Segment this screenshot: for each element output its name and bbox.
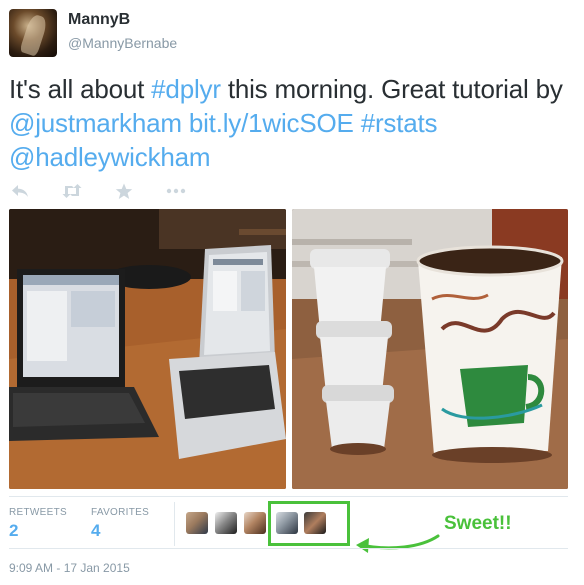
stats-top-divider bbox=[9, 496, 568, 497]
user-avatar[interactable] bbox=[9, 9, 57, 57]
more-icon bbox=[166, 188, 186, 194]
coffee-photo-illustration bbox=[292, 209, 568, 489]
favorites-label[interactable]: FAVORITES bbox=[91, 507, 149, 518]
favorite-button[interactable] bbox=[113, 180, 135, 202]
stats-separator bbox=[174, 502, 175, 546]
retweets-count[interactable]: 2 bbox=[9, 521, 18, 541]
tweet-text-segment bbox=[182, 108, 189, 138]
shortlink[interactable]: bit.ly/1wicSOE bbox=[189, 108, 354, 138]
photo-laptops[interactable] bbox=[9, 209, 286, 489]
hashtag-dplyr-link[interactable]: #dplyr bbox=[151, 74, 221, 104]
annotation-highlight-box bbox=[268, 501, 350, 546]
tweet-text-segment bbox=[354, 108, 361, 138]
reply-button[interactable] bbox=[9, 180, 31, 202]
mention-hadleywickham-link[interactable]: @hadleywickham bbox=[9, 142, 211, 172]
display-name[interactable]: MannyB bbox=[68, 11, 130, 29]
tweet-text-segment: this morning. Great tutorial by bbox=[220, 74, 563, 104]
tweet-text-segment: It's all about bbox=[9, 74, 152, 104]
reply-icon bbox=[12, 185, 28, 197]
stats-bottom-divider bbox=[9, 548, 568, 549]
favorites-count[interactable]: 4 bbox=[91, 521, 100, 541]
photo-coffee[interactable] bbox=[292, 209, 568, 489]
favoriter-avatar[interactable] bbox=[215, 512, 237, 534]
retweet-button[interactable] bbox=[61, 180, 83, 202]
star-icon bbox=[115, 183, 133, 199]
annotation-label: Sweet!! bbox=[444, 513, 512, 534]
mention-justmarkham-link[interactable]: @justmarkham bbox=[9, 108, 182, 138]
tweet-text: It's all about #dplyr this morning. Grea… bbox=[9, 72, 569, 174]
retweets-label[interactable]: RETWEETS bbox=[9, 507, 67, 518]
retweet-icon bbox=[62, 184, 82, 198]
favoriter-avatar[interactable] bbox=[244, 512, 266, 534]
laptops-photo-illustration bbox=[9, 209, 286, 489]
user-handle[interactable]: @MannyBernabe bbox=[68, 35, 177, 51]
hashtag-rstats-link[interactable]: #rstats bbox=[361, 108, 438, 138]
favoriter-avatar[interactable] bbox=[186, 512, 208, 534]
more-button[interactable] bbox=[165, 180, 187, 202]
tweet-timestamp[interactable]: 9:09 AM - 17 Jan 2015 bbox=[9, 561, 130, 575]
tweet-actions bbox=[9, 180, 217, 202]
annotation-arrow-icon bbox=[356, 534, 440, 553]
